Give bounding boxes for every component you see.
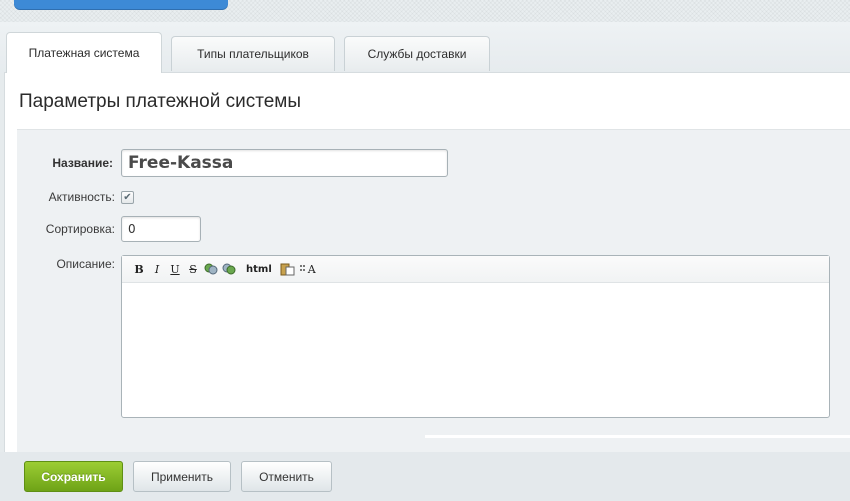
name-input[interactable] (121, 149, 448, 177)
save-button[interactable]: Сохранить (24, 461, 123, 492)
sort-input[interactable] (121, 216, 201, 242)
active-checkbox[interactable]: ✔ (121, 191, 134, 204)
editor-toolbar: B I U S html A (122, 256, 829, 283)
footer-buttons-bar: Сохранить Применить Отменить (0, 452, 850, 501)
apply-button[interactable]: Применить (133, 461, 231, 492)
section-title: Параметры платежной системы (19, 91, 301, 112)
tab-label: Службы доставки (367, 47, 467, 61)
description-editor[interactable]: B I U S html A (121, 255, 830, 418)
tab-bar: Платежная система Типы плательщиков Служ… (0, 22, 850, 73)
font-icon[interactable]: A (299, 260, 316, 278)
strikethrough-button[interactable]: S (186, 260, 200, 278)
check-icon: ✔ (123, 191, 132, 203)
content-panel: Параметры платежной системы Название: Ак… (4, 72, 850, 453)
insert-link-icon[interactable] (204, 260, 218, 278)
bold-button[interactable]: B (132, 260, 146, 278)
font-label: A (307, 262, 316, 276)
paste-icon[interactable] (280, 260, 296, 278)
sort-label: Сортировка: (45, 222, 115, 236)
italic-button[interactable]: I (150, 260, 164, 278)
underline-button[interactable]: U (168, 260, 182, 278)
remove-link-icon[interactable] (222, 260, 236, 278)
active-label: Активность: (48, 190, 115, 204)
tab-payer-types[interactable]: Типы плательщиков (171, 36, 335, 71)
tab-label: Платежная система (28, 46, 140, 60)
top-blue-tab[interactable] (14, 0, 228, 9)
html-mode-button[interactable]: html (246, 260, 272, 278)
name-label: Название: (52, 156, 113, 170)
editor-text-area[interactable] (122, 283, 829, 418)
description-label: Описание: (56, 257, 115, 271)
tab-label: Типы плательщиков (197, 47, 309, 61)
tab-delivery-services[interactable]: Службы доставки (344, 36, 490, 71)
top-strip (0, 0, 850, 22)
cancel-button[interactable]: Отменить (241, 461, 332, 492)
panel-edge (425, 435, 850, 438)
tab-payment-system[interactable]: Платежная система (6, 32, 162, 73)
